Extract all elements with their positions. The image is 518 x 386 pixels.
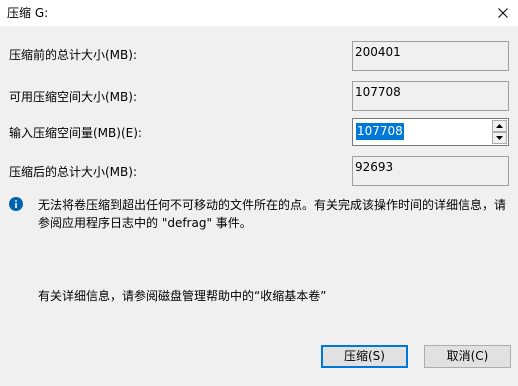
help-text: 有关详细信息，请参阅磁盘管理帮助中的“收缩基本卷” xyxy=(38,289,327,303)
total-after-field: 92693 xyxy=(352,156,509,186)
amount-label: 输入压缩空间量(MB)(E): xyxy=(9,126,142,140)
total-after-value: 92693 xyxy=(355,160,394,174)
total-before-value: 200401 xyxy=(355,45,401,59)
title-bar: 压缩 G: xyxy=(0,0,518,26)
total-after-label: 压缩后的总计大小(MB): xyxy=(9,165,137,179)
total-before-label: 压缩前的总计大小(MB): xyxy=(9,48,137,62)
available-label: 可用压缩空间大小(MB): xyxy=(9,90,137,104)
close-button[interactable] xyxy=(488,0,518,26)
shrink-button[interactable]: 压缩(S) xyxy=(321,345,408,368)
amount-spinner[interactable]: 107708 xyxy=(352,118,509,146)
total-before-field: 200401 xyxy=(352,41,509,71)
info-icon xyxy=(9,197,23,211)
available-value: 107708 xyxy=(355,85,401,99)
window-title: 压缩 G: xyxy=(7,6,49,20)
close-icon xyxy=(498,8,508,18)
cancel-button[interactable]: 取消(C) xyxy=(424,345,511,368)
caret-up-icon xyxy=(496,124,503,128)
amount-input[interactable]: 107708 xyxy=(354,121,492,143)
available-field: 107708 xyxy=(352,81,509,111)
info-message: 无法将卷压缩到超出任何不可移动的文件所在的点。有关完成该操作时间的详细信息，请参… xyxy=(38,198,507,230)
shrink-dialog: 压缩 G: 压缩前的总计大小(MB): 200401 可用压缩空间大小(MB):… xyxy=(0,0,518,386)
spin-down-button[interactable] xyxy=(492,132,507,144)
amount-value: 107708 xyxy=(356,123,404,140)
spin-up-button[interactable] xyxy=(492,120,507,132)
caret-down-icon xyxy=(496,136,503,140)
spin-buttons xyxy=(492,120,507,144)
